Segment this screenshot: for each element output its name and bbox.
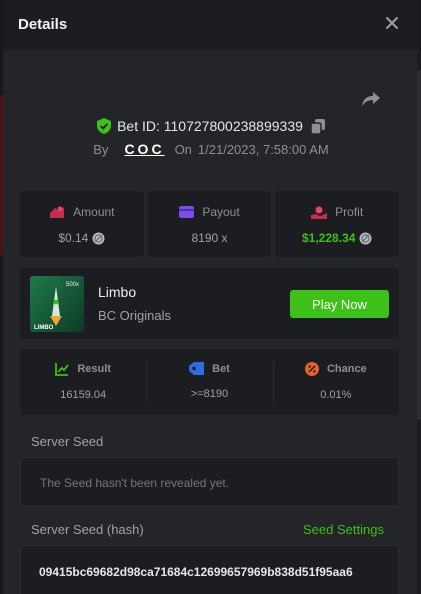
result-label: Result: [77, 363, 111, 375]
stat-payout: Payout 8190 x: [147, 191, 272, 257]
percent-icon: [304, 362, 319, 376]
server-seed-box: The Seed hasn't been revealed yet.: [20, 457, 399, 507]
bet-id-row: Bet ID: 110727800238899339: [3, 116, 419, 136]
game-name[interactable]: Limbo: [98, 284, 136, 300]
server-seed-label: Server Seed: [31, 434, 104, 449]
chance-label: Chance: [326, 363, 367, 375]
share-icon[interactable]: [360, 89, 382, 109]
result-cell: Result 16159.04: [20, 349, 146, 415]
bet-label: Bet: [212, 362, 230, 375]
stat-amount: Amount $0.14: [20, 191, 144, 257]
on-label: On: [174, 141, 192, 157]
thumb-multiplier: 500x: [66, 282, 79, 288]
seed-settings-link[interactable]: Seed Settings: [303, 522, 384, 537]
stat-label: Payout: [202, 205, 240, 219]
chance-cell: Chance 0.01%: [272, 349, 399, 415]
stat-value: $1,228.34: [301, 231, 356, 245]
coin-icon: [359, 232, 372, 244]
thumb-logo-text: LIMBO: [34, 325, 54, 331]
wallet-icon: [179, 206, 195, 218]
server-seed-hash-label: Server Seed (hash): [31, 522, 144, 537]
bet-datetime: 1/21/2023, 7:58:00 AM: [197, 141, 329, 157]
stat-label: Profit: [335, 205, 364, 219]
game-provider: BC Originals: [98, 308, 171, 323]
bet-stats: Amount $0.14 Payout 8190 x Profit $1,228…: [20, 191, 400, 257]
result-value: 16159.04: [60, 389, 107, 401]
result-card: Result 16159.04 Bet >=8190 Chance 0.01%: [20, 349, 399, 415]
close-icon[interactable]: [384, 15, 400, 31]
server-seed-hash-value[interactable]: 09415bc69682d98ca71684c12699657969b838d5…: [20, 545, 399, 594]
copy-icon[interactable]: [310, 118, 325, 134]
stat-profit: Profit $1,228.34: [275, 191, 400, 257]
modal-header: Details: [3, 0, 419, 50]
tag-icon: [189, 362, 205, 375]
details-modal: Details Bet ID: 110727800238899339 By CO…: [3, 0, 421, 594]
shield-check-icon: [97, 118, 112, 134]
by-label: By: [93, 141, 109, 157]
stat-label: Amount: [73, 205, 115, 219]
bet-value: >=8190: [190, 388, 229, 400]
profit-icon: [311, 206, 328, 219]
coin-icon: [92, 232, 105, 244]
modal-title: Details: [18, 16, 68, 33]
bet-meta-row: By COC On 1/21/2023, 7:58:00 AM: [3, 139, 419, 159]
game-card: 500x LIMBO Limbo BC Originals Play Now: [20, 268, 399, 339]
bet-id: Bet ID: 110727800238899339: [117, 118, 303, 134]
bet-cell: Bet >=8190: [146, 349, 272, 415]
stat-value: $0.14: [58, 231, 89, 245]
chart-icon: [55, 363, 70, 376]
amount-icon: [50, 206, 65, 218]
play-now-button[interactable]: Play Now: [290, 290, 389, 318]
user-link[interactable]: COC: [124, 141, 164, 157]
game-thumbnail[interactable]: 500x LIMBO: [30, 276, 84, 332]
stat-value: 8190 x: [191, 231, 228, 245]
chance-value: 0.01%: [320, 389, 352, 401]
